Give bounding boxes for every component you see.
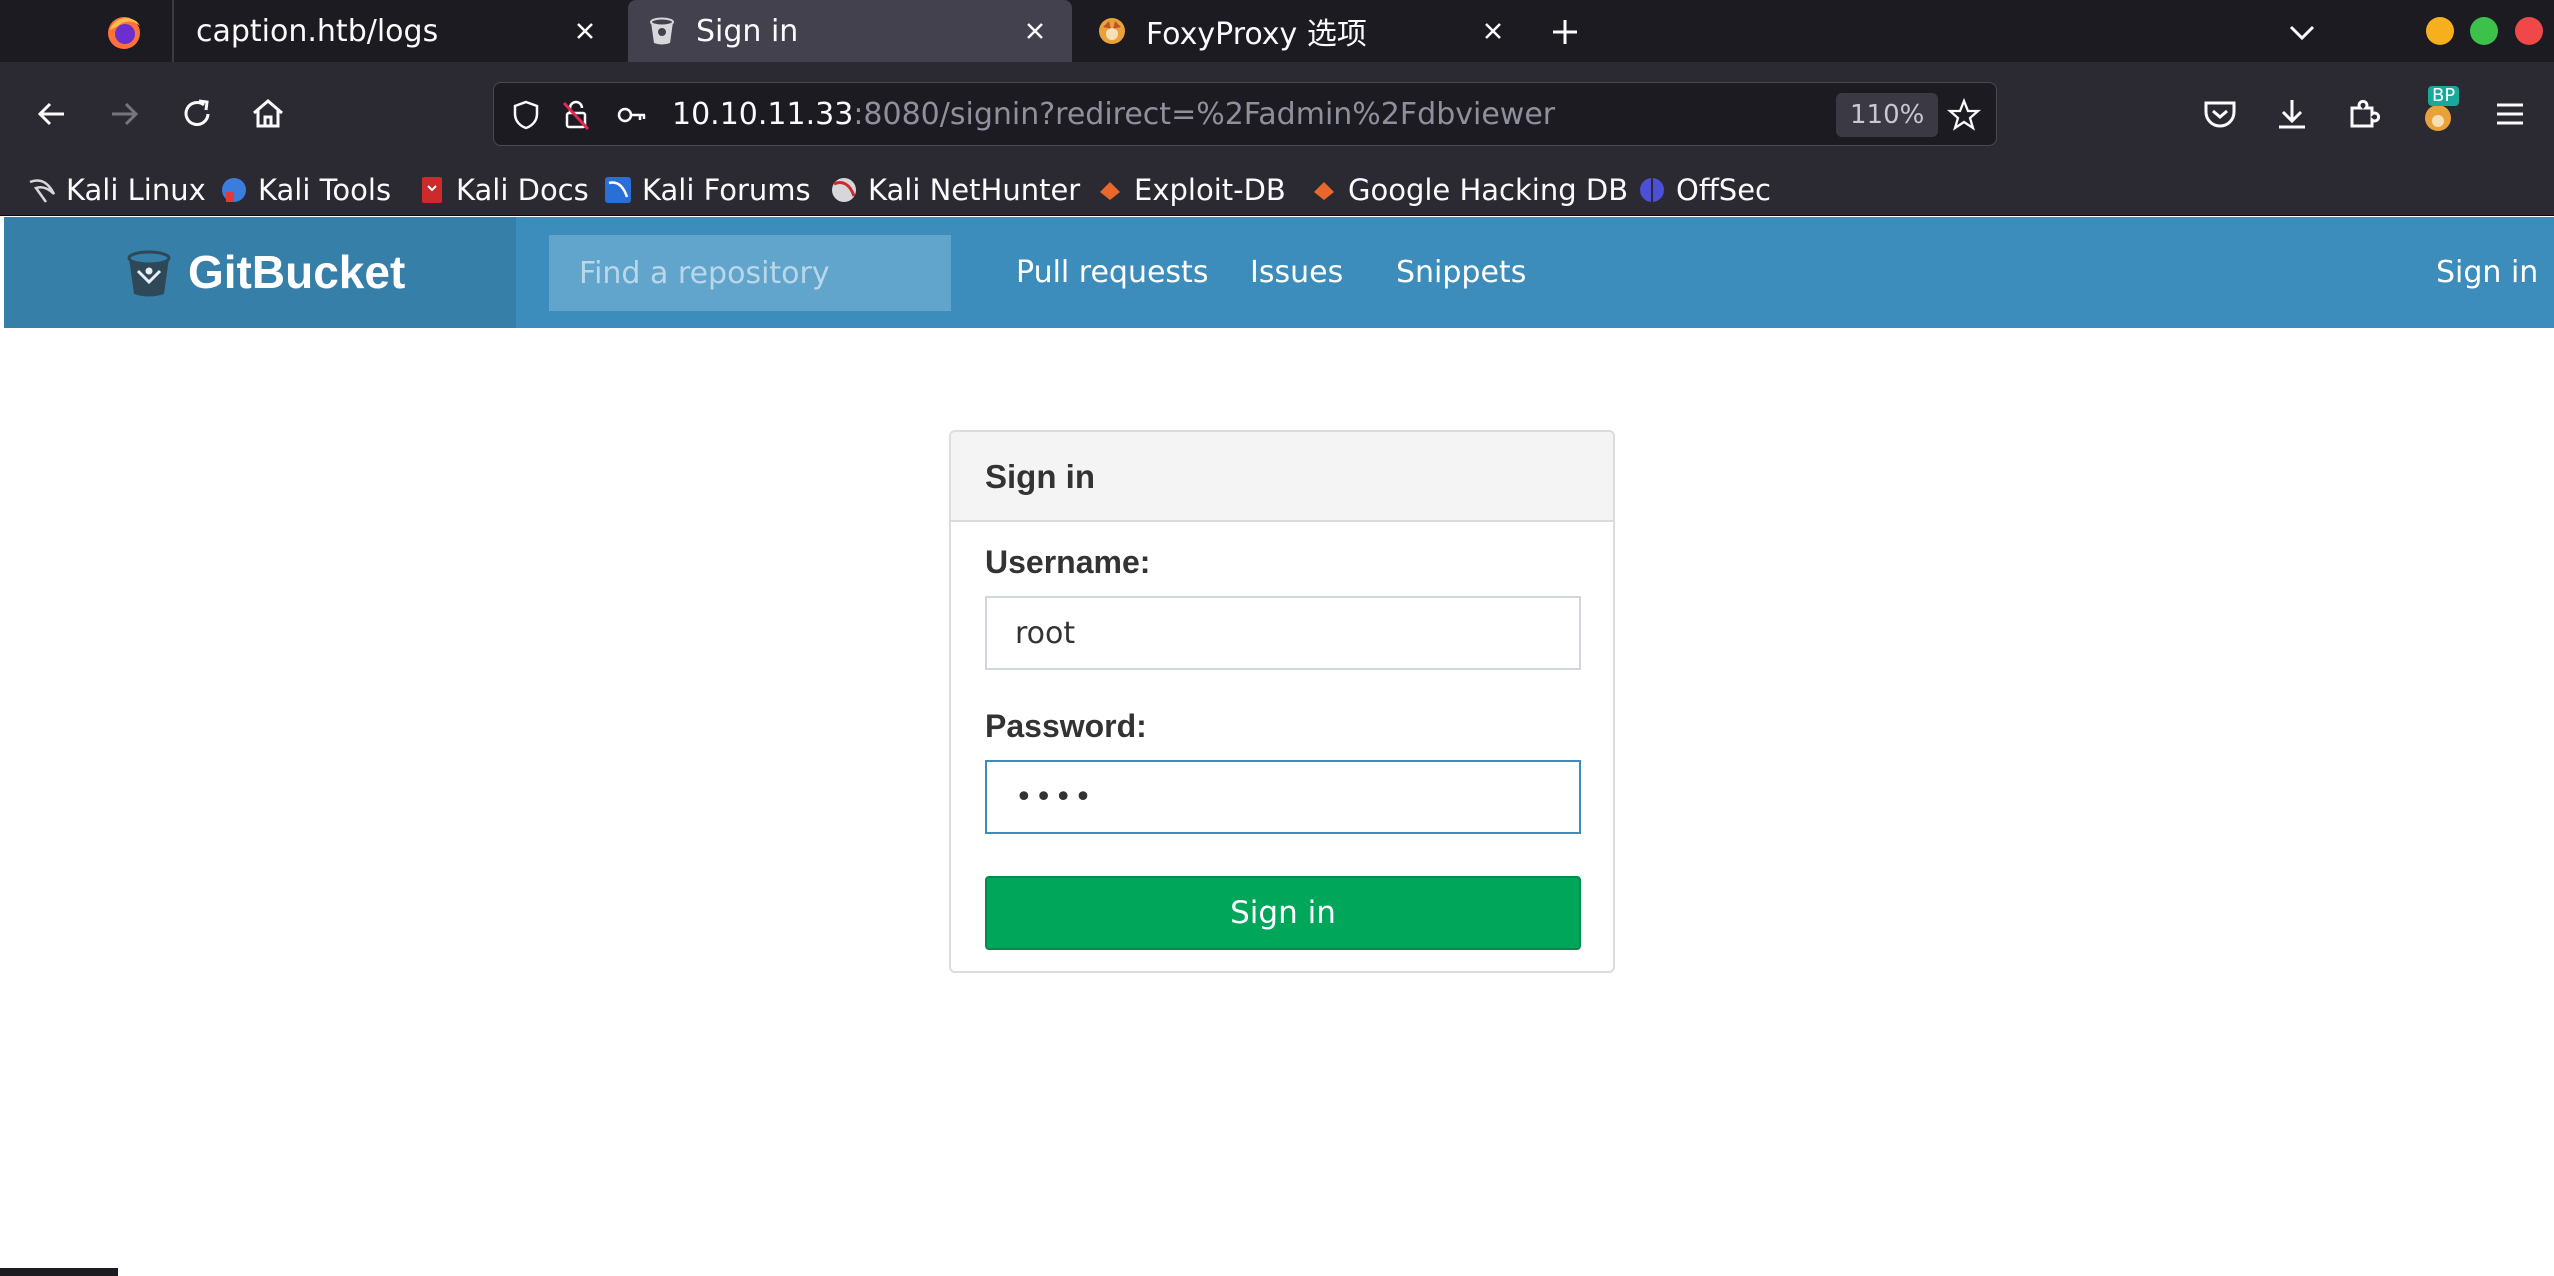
offsec-icon — [1640, 178, 1664, 202]
status-bar — [0, 1268, 118, 1276]
bookmark-offsec[interactable]: OffSec — [1636, 170, 1771, 210]
username-label: Username: — [985, 544, 1151, 580]
exploit-db-icon — [1100, 182, 1120, 200]
close-icon[interactable] — [568, 14, 602, 48]
password-label: Password: — [985, 708, 1147, 744]
bookmark-kali-nethunter[interactable]: Kali NetHunter — [828, 170, 1080, 210]
brand[interactable]: GitBucket — [4, 217, 516, 328]
tab-sign-in[interactable]: Sign in — [628, 0, 1072, 62]
home-icon[interactable] — [246, 92, 290, 136]
key-icon[interactable] — [614, 97, 650, 133]
pocket-icon[interactable] — [2198, 92, 2242, 136]
bookmark-exploit-db[interactable]: Exploit-DB — [1094, 170, 1286, 210]
sign-in-panel: Sign in Username: Password: Sign in — [949, 430, 1615, 973]
firefox-icon[interactable] — [104, 12, 144, 52]
browser-chrome: caption.htb/logs Sign in FoxyProxy 选项 10… — [0, 0, 2554, 216]
kali-dragon-icon — [29, 179, 56, 203]
navigation-toolbar: 10.10.11.33:8080/signin?redirect=%2Fadmi… — [0, 62, 2554, 166]
forward-arrow-icon[interactable] — [102, 92, 146, 136]
reload-icon[interactable] — [175, 92, 219, 136]
window-close-button[interactable] — [2515, 17, 2543, 45]
brand-name: GitBucket — [188, 246, 406, 298]
kali-forums-icon — [605, 177, 631, 203]
sign-in-button[interactable]: Sign in — [985, 876, 1581, 950]
tracking-shield-icon[interactable] — [508, 97, 544, 133]
nav-pull-requests[interactable]: Pull requests — [1016, 217, 1208, 328]
bookmarks-toolbar: Kali Linux Kali Tools Kali Docs Kali For… — [0, 166, 2554, 216]
tab-caption-logs[interactable]: caption.htb/logs — [172, 0, 622, 62]
google-hacking-db-icon — [1314, 182, 1334, 200]
window-minimize-button[interactable] — [2426, 17, 2454, 45]
back-arrow-icon[interactable] — [30, 92, 74, 136]
sign-in-panel-header: Sign in — [951, 432, 1613, 522]
nav-issues[interactable]: Issues — [1250, 217, 1343, 328]
kali-tools-icon — [222, 178, 246, 202]
url-host: 10.10.11.33 — [672, 97, 854, 132]
extension-badge: BP — [2428, 86, 2460, 106]
bookmark-kali-linux[interactable]: Kali Linux — [26, 170, 206, 210]
tab-title: caption.htb/logs — [196, 13, 439, 49]
foxyproxy-icon — [1099, 18, 1125, 44]
window-maximize-button[interactable] — [2470, 17, 2498, 45]
bookmark-google-hacking-db[interactable]: Google Hacking DB — [1308, 170, 1628, 210]
address-bar[interactable]: 10.10.11.33:8080/signin?redirect=%2Fadmi… — [493, 82, 1997, 146]
password-input[interactable] — [985, 760, 1581, 834]
gitbucket-logo-icon — [127, 250, 171, 297]
insecure-lock-icon[interactable] — [558, 97, 594, 133]
chevron-down-icon[interactable] — [2282, 12, 2322, 52]
gitbucket-favicon-icon — [650, 17, 674, 45]
bookmark-kali-forums[interactable]: Kali Forums — [602, 170, 811, 210]
tab-title: FoxyProxy 选项 — [1146, 17, 1367, 52]
nav-snippets[interactable]: Snippets — [1396, 217, 1526, 328]
hamburger-menu-icon[interactable] — [2488, 92, 2532, 136]
extensions-puzzle-icon[interactable] — [2342, 92, 2386, 136]
page-content: GitBucket Pull requests Issues Snippets … — [4, 217, 2554, 1276]
bookmark-star-icon[interactable] — [1946, 97, 1982, 133]
url-path: :8080/signin?redirect=%2Fadmin%2Fdbviewe… — [853, 97, 1556, 132]
sign-in-title: Sign in — [985, 458, 1095, 495]
new-tab-plus-icon[interactable] — [1545, 12, 1585, 52]
downloads-icon[interactable] — [2270, 92, 2314, 136]
close-icon[interactable] — [1018, 14, 1052, 48]
bookmark-kali-tools[interactable]: Kali Tools — [218, 170, 391, 210]
repository-search-input[interactable] — [549, 235, 951, 311]
gitbucket-header: GitBucket Pull requests Issues Snippets … — [4, 217, 2554, 328]
zoom-level-badge[interactable]: 110% — [1836, 93, 1939, 137]
header-sign-in-link[interactable]: Sign in — [2436, 217, 2538, 328]
kali-nethunter-icon — [832, 178, 856, 202]
tab-bar: caption.htb/logs Sign in FoxyProxy 选项 — [0, 0, 2554, 62]
tab-foxyproxy[interactable]: FoxyProxy 选项 — [1078, 0, 1530, 62]
bookmark-kali-docs[interactable]: Kali Docs — [416, 170, 589, 210]
username-input[interactable] — [985, 596, 1581, 670]
tab-title: Sign in — [696, 13, 799, 49]
url-text[interactable]: 10.10.11.33:8080/signin?redirect=%2Fadmi… — [672, 83, 1555, 147]
kali-docs-icon — [422, 177, 442, 203]
close-icon[interactable] — [1476, 14, 1510, 48]
